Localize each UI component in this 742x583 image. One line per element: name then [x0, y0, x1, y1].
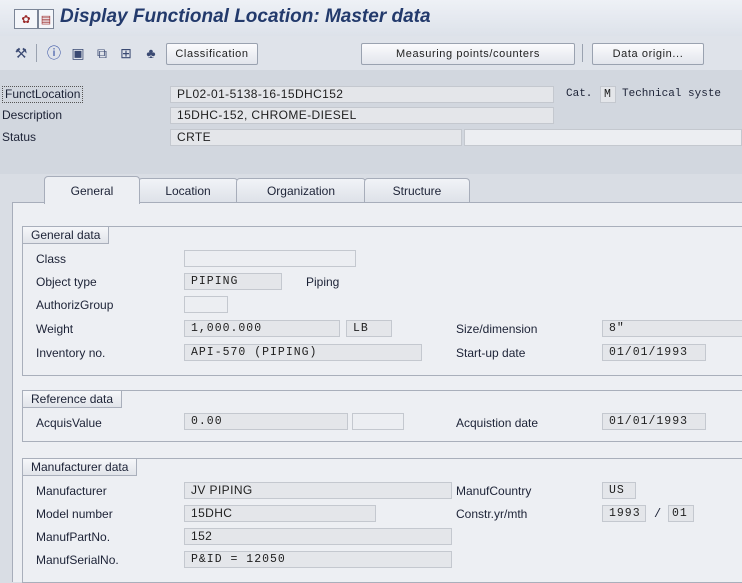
tab-structure[interactable]: Structure: [364, 178, 470, 203]
data-origin-button[interactable]: Data origin...: [592, 43, 704, 65]
manuf-serial-no-label: ManufSerialNo.: [36, 553, 119, 567]
settings-wrench-icon[interactable]: ⚒: [10, 43, 32, 63]
classification-button[interactable]: Classification: [166, 43, 258, 65]
hierarchy-icon[interactable]: ⧉: [91, 43, 113, 63]
info-icon[interactable]: ⓘ: [43, 43, 65, 63]
sap-logo-icon[interactable]: ✿: [14, 9, 38, 29]
acquis-currency-field[interactable]: [352, 413, 404, 430]
constr-year-field[interactable]: 1993: [602, 505, 646, 522]
group-title: Reference data: [23, 391, 123, 408]
acquis-value-label: AcquisValue: [36, 416, 102, 430]
toolbar-separator: [36, 44, 37, 62]
manuf-country-field[interactable]: US: [602, 482, 636, 499]
object-type-label: Object type: [36, 275, 97, 289]
acquisition-date-field[interactable]: 01/01/1993: [602, 413, 706, 430]
weight-label: Weight: [36, 322, 74, 336]
model-number-field[interactable]: 15DHC: [184, 505, 376, 522]
tab-location[interactable]: Location: [138, 178, 238, 203]
status-field: CRTE: [170, 129, 462, 146]
acquisition-date-label: Acquistion date: [456, 416, 539, 430]
funcloc-field[interactable]: PL02-01-5138-16-15DHC152: [170, 86, 554, 103]
inventory-field[interactable]: API-570 (PIPING): [184, 344, 422, 361]
tree-structure-icon[interactable]: ♣: [140, 43, 162, 63]
category-field[interactable]: M: [600, 86, 616, 103]
tab-organization[interactable]: Organization: [236, 178, 366, 203]
authgroup-label: AuthorizGroup: [36, 298, 114, 312]
tab-general[interactable]: General: [44, 176, 140, 204]
group-title: General data: [23, 227, 110, 244]
manuf-part-no-label: ManufPartNo.: [36, 530, 111, 544]
category-label: Cat.: [566, 88, 593, 100]
authgroup-field[interactable]: [184, 296, 228, 313]
manuf-serial-no-field[interactable]: P&ID = 12050: [184, 551, 452, 568]
manufacturer-label: Manufacturer: [36, 484, 107, 498]
status-extra-field: [464, 129, 742, 146]
object-type-field[interactable]: PIPING: [184, 273, 282, 290]
class-label: Class: [36, 252, 67, 266]
constr-month-field[interactable]: 01: [668, 505, 694, 522]
weight-unit-field[interactable]: LB: [346, 320, 392, 337]
status-label: Status: [2, 130, 37, 144]
manuf-country-label: ManufCountry: [456, 484, 532, 498]
size-field[interactable]: 8": [602, 320, 742, 337]
inventory-label: Inventory no.: [36, 346, 106, 360]
constr-yr-mth-label: Constr.yr/mth: [456, 507, 528, 521]
weight-field[interactable]: 1,000.000: [184, 320, 340, 337]
startup-date-field[interactable]: 01/01/1993: [602, 344, 706, 361]
manufacturer-field[interactable]: JV PIPING: [184, 482, 452, 499]
window-menu-icon[interactable]: ▤: [38, 9, 54, 29]
constr-separator: /: [654, 507, 662, 521]
funcloc-label: FunctLocation: [2, 86, 84, 103]
object-type-text: Piping: [306, 275, 340, 289]
description-label: Description: [2, 108, 63, 122]
toolbar-separator: [582, 44, 583, 62]
startup-date-label: Start-up date: [456, 346, 526, 360]
acquis-value-field[interactable]: 0.00: [184, 413, 348, 430]
manuf-part-no-field[interactable]: 152: [184, 528, 452, 545]
description-field[interactable]: 15DHC-152, CHROME-DIESEL: [170, 107, 554, 124]
structure-list-icon[interactable]: ⊞: [115, 43, 137, 63]
class-field[interactable]: [184, 250, 356, 267]
model-number-label: Model number: [36, 507, 113, 521]
category-text: Technical syste: [622, 88, 722, 100]
measuring-points-button[interactable]: Measuring points/counters: [361, 43, 575, 65]
page-title: Display Functional Location: Master data: [60, 6, 431, 27]
size-label: Size/dimension: [456, 322, 538, 336]
document-icon[interactable]: ▣: [67, 43, 89, 63]
group-title: Manufacturer data: [23, 459, 138, 476]
